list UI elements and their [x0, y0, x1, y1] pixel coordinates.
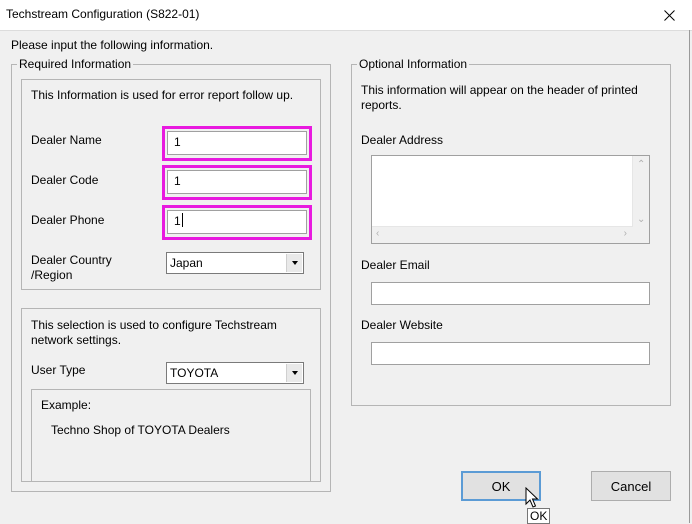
- dealer-website-input[interactable]: [371, 342, 650, 365]
- dealer-phone-value: 1: [174, 214, 181, 228]
- dealer-website-label: Dealer Website: [361, 318, 443, 332]
- cancel-button[interactable]: Cancel: [591, 471, 671, 501]
- vertical-scrollbar[interactable]: ⌃ ⌄: [632, 156, 649, 228]
- dealer-country-label-line1: Dealer Country: [31, 253, 112, 267]
- optional-info-legend: Optional Information: [357, 57, 470, 71]
- dealer-country-select[interactable]: Japan: [166, 252, 304, 274]
- optional-note: This information will appear on the head…: [361, 83, 638, 112]
- title-bar: Techstream Configuration (S822-01): [0, 0, 692, 31]
- dealer-email-input[interactable]: [371, 282, 650, 305]
- dealer-phone-input[interactable]: 1: [167, 210, 307, 234]
- dealer-name-input[interactable]: 1: [167, 131, 307, 155]
- dealer-code-input[interactable]: 1: [167, 170, 307, 194]
- scrollbar-corner: [633, 227, 649, 243]
- network-note: This selection is used to configure Tech…: [31, 318, 277, 347]
- scroll-right-icon[interactable]: ›: [624, 228, 627, 239]
- required-note: This Information is used for error repor…: [31, 88, 294, 102]
- window-title: Techstream Configuration (S822-01): [6, 7, 200, 21]
- user-type-value: TOYOTA: [170, 366, 219, 380]
- dealer-email-label: Dealer Email: [361, 258, 430, 272]
- dealer-name-label: Dealer Name: [31, 133, 102, 147]
- scroll-down-icon[interactable]: ⌄: [637, 214, 645, 225]
- close-button[interactable]: [646, 0, 692, 30]
- horizontal-scrollbar[interactable]: ‹ ›: [372, 226, 633, 243]
- dealer-address-label: Dealer Address: [361, 133, 444, 147]
- example-legend: Example:: [41, 398, 92, 412]
- dealer-code-value: 1: [174, 174, 181, 188]
- dealer-country-label: Dealer Country /Region: [31, 253, 112, 283]
- scroll-up-icon[interactable]: ⌃: [637, 159, 645, 170]
- user-type-dropdown-button[interactable]: [286, 364, 302, 382]
- dealer-country-value: Japan: [170, 256, 203, 270]
- scroll-left-icon[interactable]: ‹: [376, 228, 379, 239]
- dealer-country-dropdown-button[interactable]: [286, 254, 302, 272]
- chevron-down-icon: [291, 371, 298, 375]
- dealer-address-textarea[interactable]: ⌃ ⌄ ‹ ›: [371, 155, 650, 244]
- window-frame: [688, 30, 690, 523]
- dealer-country-label-line2: /Region: [31, 268, 73, 282]
- chevron-down-icon: [291, 261, 298, 265]
- user-type-label: User Type: [31, 363, 86, 377]
- dealer-name-value: 1: [174, 135, 181, 149]
- dealer-phone-label: Dealer Phone: [31, 213, 105, 227]
- user-type-select[interactable]: TOYOTA: [166, 362, 304, 384]
- ok-tooltip: OK: [527, 508, 551, 524]
- required-info-legend: Required Information: [17, 57, 134, 71]
- mouse-pointer-icon: [525, 487, 539, 508]
- close-icon: [663, 9, 675, 21]
- example-text: Techno Shop of TOYOTA Dealers: [51, 423, 230, 437]
- text-caret: [181, 213, 183, 227]
- intro-text: Please input the following information.: [11, 38, 214, 52]
- dealer-code-label: Dealer Code: [31, 173, 99, 187]
